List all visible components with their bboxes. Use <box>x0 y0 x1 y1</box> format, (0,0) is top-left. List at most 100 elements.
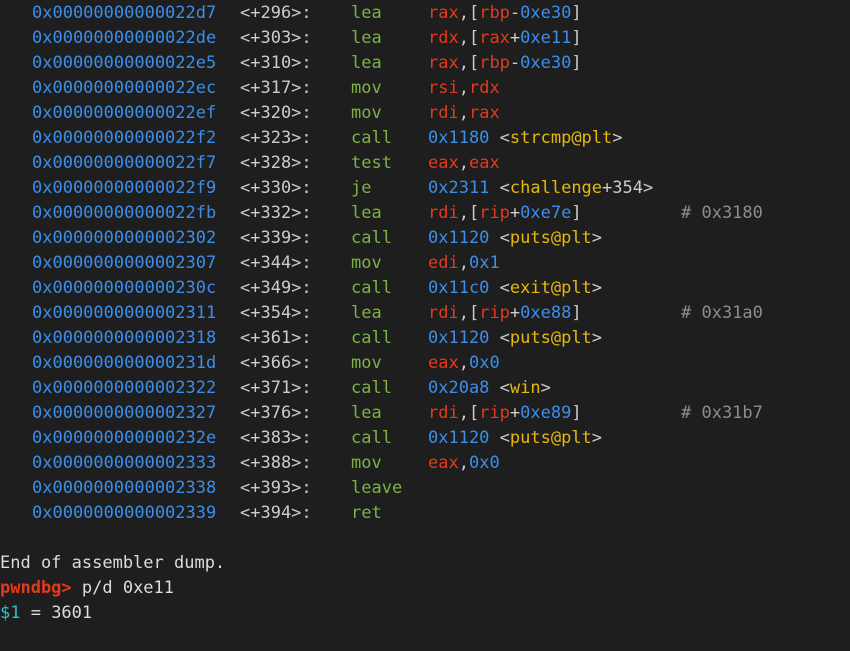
instruction-operands: edi,0x1 <box>428 251 500 276</box>
punctuation-token: ] <box>571 203 582 223</box>
punctuation-token: > <box>591 228 603 248</box>
punctuation-token: , <box>458 103 469 123</box>
immediate-token: 0x0 <box>468 353 500 373</box>
instruction-offset: <+354>: <box>240 303 312 323</box>
register-token: rsi <box>428 78 459 98</box>
instruction-mnemonic: call <box>351 378 392 398</box>
instruction-offset: <+361>: <box>240 328 312 348</box>
instruction-mnemonic: mov <box>351 453 382 473</box>
punctuation-token: ] <box>571 303 582 323</box>
instruction-address: 0x00000000000022f9 <box>32 178 217 198</box>
instruction-operands: rsi,rdx <box>428 76 500 101</box>
punctuation-token: ,[ <box>458 403 480 423</box>
instruction-mnemonic: mov <box>351 253 382 273</box>
punctuation-token: - <box>509 3 521 23</box>
disasm-row: 0x0000000000002333 <+388>: mov eax,0x0 <box>0 451 850 476</box>
disasm-row: 0x0000000000002311 <+354>: lea rdi,[rip+0xe… <box>0 301 850 326</box>
disasm-row: 0x0000000000002338 <+393>: leave <box>0 476 850 501</box>
end-of-dump-line: End of assembler dump. <box>0 526 850 573</box>
command-line[interactable]: pwndbg> p/d 0xe11 <box>0 551 850 598</box>
instruction-operands: 0x1180 <strcmp@plt> <box>428 126 623 151</box>
instruction-offset: <+383>: <box>240 428 312 448</box>
instruction-operands: eax,0x0 <box>428 351 500 376</box>
disasm-row: 0x0000000000002302 <+339>: call 0x1120 <put… <box>0 226 850 251</box>
instruction-offset: <+393>: <box>240 478 312 498</box>
instruction-offset: <+394>: <box>240 503 312 523</box>
instruction-offset: <+332>: <box>240 203 312 223</box>
immediate-token: 0x2311 <box>428 178 490 198</box>
immediate-token: 0x11c0 <box>428 278 490 298</box>
instruction-address: 0x0000000000002318 <box>32 328 217 348</box>
symbol-token: win <box>509 378 541 398</box>
punctuation-token: > <box>591 328 603 348</box>
instruction-mnemonic: lea <box>351 403 382 423</box>
instruction-offset: <+323>: <box>240 128 312 148</box>
punctuation-token: < <box>489 378 510 398</box>
instruction-mnemonic: mov <box>351 78 382 98</box>
terminal-window[interactable]: 0x00000000000022d7 <+296>: lea rax,[rbp-0xe… <box>0 0 850 623</box>
instruction-address: 0x0000000000002327 <box>32 403 217 423</box>
symbol-token: challenge <box>509 178 603 198</box>
instruction-address: 0x0000000000002333 <box>32 453 217 473</box>
instruction-operands: 0x2311 <challenge+354> <box>428 176 653 201</box>
punctuation-token: > <box>591 278 603 298</box>
disasm-row: 0x000000000000231d <+366>: mov eax,0x0 <box>0 351 850 376</box>
instruction-address: 0x000000000000231d <box>32 353 217 373</box>
instruction-offset: <+296>: <box>240 3 312 23</box>
register-token: rdi <box>428 303 459 323</box>
instruction-offset: <+317>: <box>240 78 312 98</box>
instruction-offset: <+328>: <box>240 153 312 173</box>
instruction-operands: 0x1120 <puts@plt> <box>428 226 602 251</box>
punctuation-token: ,[ <box>458 53 480 73</box>
instruction-operands: rax,[rbp-0xe30] <box>428 51 582 76</box>
immediate-token: 0x1120 <box>428 228 490 248</box>
punctuation-token: + <box>509 403 521 423</box>
register-token: rbp <box>479 53 510 73</box>
disasm-row: 0x0000000000002327 <+376>: lea rdi,[rip+0xe… <box>0 401 850 426</box>
punctuation-token: ] <box>571 403 582 423</box>
instruction-mnemonic: test <box>351 153 392 173</box>
punctuation-token: < <box>489 428 510 448</box>
instruction-mnemonic: leave <box>351 478 403 498</box>
disasm-row: 0x00000000000022e5 <+310>: lea rax,[rbp-0xe… <box>0 51 850 76</box>
instruction-mnemonic: call <box>351 328 392 348</box>
instruction-mnemonic: ret <box>351 503 382 523</box>
punctuation-token: ] <box>571 53 582 73</box>
register-token: rdx <box>468 78 500 98</box>
instruction-address: 0x0000000000002338 <box>32 478 217 498</box>
instruction-address: 0x000000000000232e <box>32 428 217 448</box>
symbol-token: strcmp@plt <box>509 128 613 148</box>
disasm-row: 0x0000000000002318 <+361>: call 0x1120 <put… <box>0 326 850 351</box>
instruction-address: 0x00000000000022d7 <box>32 3 217 23</box>
instruction-operands: rdi,[rip+0xe7e] <box>428 201 582 226</box>
instruction-offset: <+310>: <box>240 53 312 73</box>
symbol-token: puts@plt <box>509 428 592 448</box>
symbol-token: puts@plt <box>509 228 592 248</box>
register-token: rip <box>479 203 510 223</box>
instruction-offset: <+303>: <box>240 28 312 48</box>
register-token: eax <box>428 453 459 473</box>
instruction-mnemonic: call <box>351 428 392 448</box>
register-token: rax <box>468 103 500 123</box>
immediate-token: 0x1 <box>468 253 500 273</box>
instruction-mnemonic: lea <box>351 3 382 23</box>
instruction-address: 0x0000000000002339 <box>32 503 217 523</box>
register-token: rax <box>428 53 459 73</box>
punctuation-token: , <box>458 153 469 173</box>
instruction-address: 0x00000000000022fb <box>32 203 217 223</box>
instruction-mnemonic: call <box>351 128 392 148</box>
instruction-offset: <+339>: <box>240 228 312 248</box>
punctuation-token: ,[ <box>458 203 480 223</box>
punctuation-token: ] <box>571 28 582 48</box>
instruction-operands: rdx,[rax+0xe11] <box>428 26 582 51</box>
punctuation-token: , <box>458 253 469 273</box>
instruction-operands: rdi,[rip+0xe89] <box>428 401 582 426</box>
instruction-offset: <+376>: <box>240 403 312 423</box>
register-token: rax <box>479 28 510 48</box>
instruction-address: 0x00000000000022e5 <box>32 53 217 73</box>
instruction-address: 0x0000000000002311 <box>32 303 217 323</box>
disasm-row: 0x00000000000022f2 <+323>: call 0x1180 <str… <box>0 126 850 151</box>
punctuation-token: ,[ <box>458 3 480 23</box>
register-token: rax <box>428 3 459 23</box>
instruction-mnemonic: mov <box>351 103 382 123</box>
